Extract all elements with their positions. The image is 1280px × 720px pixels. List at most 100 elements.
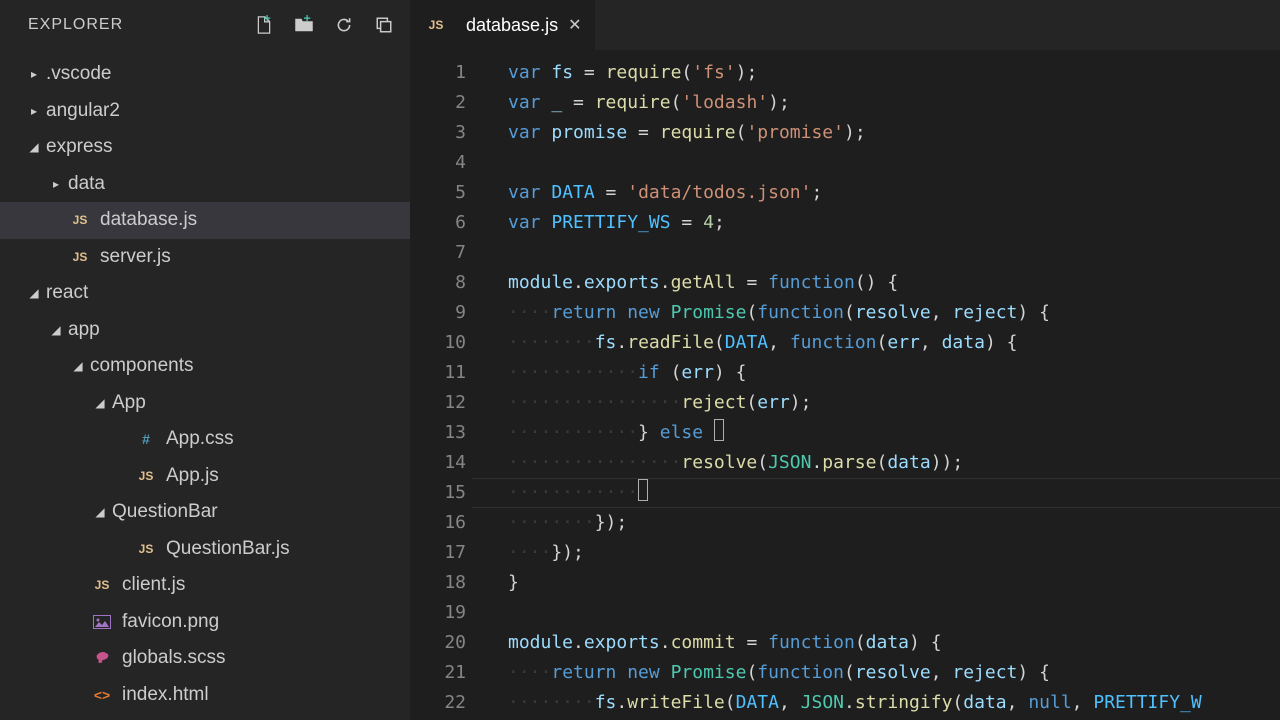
line-number: 10 bbox=[410, 328, 466, 358]
twisty-icon: ◢ bbox=[94, 505, 106, 519]
file-client-js[interactable]: JSclient.js bbox=[0, 567, 410, 604]
tree-label: .vscode bbox=[46, 63, 111, 85]
file-index-html[interactable]: <>index.html bbox=[0, 677, 410, 714]
code-area[interactable]: 12345678910111213141516171819202122 var … bbox=[410, 50, 1280, 720]
code-line[interactable] bbox=[508, 598, 1280, 628]
line-number: 13 bbox=[410, 418, 466, 448]
line-number: 8 bbox=[410, 268, 466, 298]
file-questionbar-js[interactable]: JSQuestionBar.js bbox=[0, 531, 410, 568]
folder-express[interactable]: ◢express bbox=[0, 129, 410, 166]
twisty-icon: ◢ bbox=[94, 396, 106, 410]
line-number: 22 bbox=[410, 688, 466, 718]
line-gutter: 12345678910111213141516171819202122 bbox=[410, 50, 490, 720]
new-folder-icon[interactable] bbox=[294, 15, 314, 35]
file-globals-scss[interactable]: globals.scss bbox=[0, 640, 410, 677]
twisty-icon: ▸ bbox=[50, 177, 62, 191]
twisty-icon: ▸ bbox=[28, 67, 40, 81]
code-line[interactable]: ············} else bbox=[508, 418, 1280, 448]
editor-pane: JS database.js ✕ 12345678910111213141516… bbox=[410, 0, 1280, 720]
line-number: 15 bbox=[410, 478, 466, 508]
code-line[interactable]: var promise = require('promise'); bbox=[508, 118, 1280, 148]
code-line[interactable]: ····return new Promise(function(resolve,… bbox=[508, 658, 1280, 688]
file-database-js[interactable]: JSdatabase.js bbox=[0, 202, 410, 239]
file-tree[interactable]: ▸ .vscode ▸angular2◢express ▸ data JSdatabase… bbox=[0, 50, 410, 720]
twisty-icon: ◢ bbox=[50, 323, 62, 337]
new-file-icon[interactable] bbox=[254, 15, 274, 35]
line-number: 6 bbox=[410, 208, 466, 238]
line-number: 19 bbox=[410, 598, 466, 628]
folder-data[interactable]: ▸ data bbox=[0, 166, 410, 203]
line-number: 11 bbox=[410, 358, 466, 388]
code-line[interactable] bbox=[508, 238, 1280, 268]
line-number: 14 bbox=[410, 448, 466, 478]
js-icon: JS bbox=[424, 18, 448, 32]
file-app-js[interactable]: JSApp.js bbox=[0, 458, 410, 495]
folder-angular2[interactable]: ▸angular2 bbox=[0, 93, 410, 130]
file-app-css[interactable]: #App.css bbox=[0, 421, 410, 458]
tree-label: database.js bbox=[100, 209, 197, 231]
code-line[interactable]: ········}); bbox=[508, 508, 1280, 538]
code-content[interactable]: var fs = require('fs');var _ = require('… bbox=[490, 50, 1280, 720]
tree-label: QuestionBar bbox=[112, 501, 218, 523]
tree-label: App bbox=[112, 392, 146, 414]
line-number: 20 bbox=[410, 628, 466, 658]
tree-label: app bbox=[68, 319, 100, 341]
tree-label: server.js bbox=[100, 246, 171, 268]
tree-label: App.css bbox=[166, 428, 234, 450]
explorer-title: EXPLORER bbox=[28, 16, 123, 34]
explorer-sidebar: EXPLORER ▸ .vscode ▸angular2◢express ▸ data J… bbox=[0, 0, 410, 720]
folder-app[interactable]: ◢ App bbox=[0, 385, 410, 422]
code-line[interactable]: module.exports.commit = function(data) { bbox=[508, 628, 1280, 658]
line-number: 5 bbox=[410, 178, 466, 208]
tree-label: QuestionBar.js bbox=[166, 538, 290, 560]
code-line[interactable]: ············if (err) { bbox=[508, 358, 1280, 388]
code-line[interactable]: ················reject(err); bbox=[508, 388, 1280, 418]
folder--vscode[interactable]: ▸ .vscode bbox=[0, 56, 410, 93]
line-number: 2 bbox=[410, 88, 466, 118]
code-line[interactable]: module.exports.getAll = function() { bbox=[508, 268, 1280, 298]
code-line[interactable]: var fs = require('fs'); bbox=[508, 58, 1280, 88]
tree-label: client.js bbox=[122, 574, 185, 596]
tree-label: App.js bbox=[166, 465, 219, 487]
code-line[interactable]: ········fs.readFile(DATA, function(err, … bbox=[508, 328, 1280, 358]
line-number: 9 bbox=[410, 298, 466, 328]
line-number: 16 bbox=[410, 508, 466, 538]
code-line[interactable]: ············ bbox=[508, 478, 1280, 508]
tree-label: data bbox=[68, 173, 105, 195]
tab-database-js[interactable]: JS database.js ✕ bbox=[410, 0, 596, 50]
bracket-match-box bbox=[714, 419, 724, 441]
file-server-js[interactable]: JSserver.js bbox=[0, 239, 410, 276]
code-line[interactable]: ········fs.writeFile(DATA, JSON.stringif… bbox=[508, 688, 1280, 718]
folder-app[interactable]: ◢ app bbox=[0, 312, 410, 349]
code-line[interactable]: var DATA = 'data/todos.json'; bbox=[508, 178, 1280, 208]
tree-label: globals.scss bbox=[122, 647, 226, 669]
explorer-header: EXPLORER bbox=[0, 0, 410, 50]
collapse-all-icon[interactable] bbox=[374, 15, 394, 35]
code-line[interactable]: var _ = require('lodash'); bbox=[508, 88, 1280, 118]
tree-label: favicon.png bbox=[122, 611, 219, 633]
code-line[interactable]: ····return new Promise(function(resolve,… bbox=[508, 298, 1280, 328]
code-line[interactable]: ····}); bbox=[508, 538, 1280, 568]
folder-components[interactable]: ◢components bbox=[0, 348, 410, 385]
code-line[interactable] bbox=[508, 148, 1280, 178]
line-number: 17 bbox=[410, 538, 466, 568]
close-icon[interactable]: ✕ bbox=[568, 15, 581, 35]
tree-label: components bbox=[90, 355, 194, 377]
tree-label: react bbox=[46, 282, 88, 304]
bracket-match-box bbox=[638, 479, 648, 501]
explorer-actions bbox=[254, 15, 394, 35]
twisty-icon: ◢ bbox=[28, 286, 40, 300]
line-number: 21 bbox=[410, 658, 466, 688]
twisty-icon: ◢ bbox=[28, 140, 40, 154]
refresh-icon[interactable] bbox=[334, 15, 354, 35]
folder-questionbar[interactable]: ◢ QuestionBar bbox=[0, 494, 410, 531]
file-favicon-png[interactable]: favicon.png bbox=[0, 604, 410, 641]
tree-label: index.html bbox=[122, 684, 209, 706]
tab-label: database.js bbox=[466, 15, 558, 36]
folder-react[interactable]: ◢ react bbox=[0, 275, 410, 312]
code-line[interactable]: ················resolve(JSON.parse(data)… bbox=[508, 448, 1280, 478]
line-number: 7 bbox=[410, 238, 466, 268]
code-line[interactable]: var PRETTIFY_WS = 4; bbox=[508, 208, 1280, 238]
code-line[interactable]: } bbox=[508, 568, 1280, 598]
tab-bar: JS database.js ✕ bbox=[410, 0, 1280, 50]
